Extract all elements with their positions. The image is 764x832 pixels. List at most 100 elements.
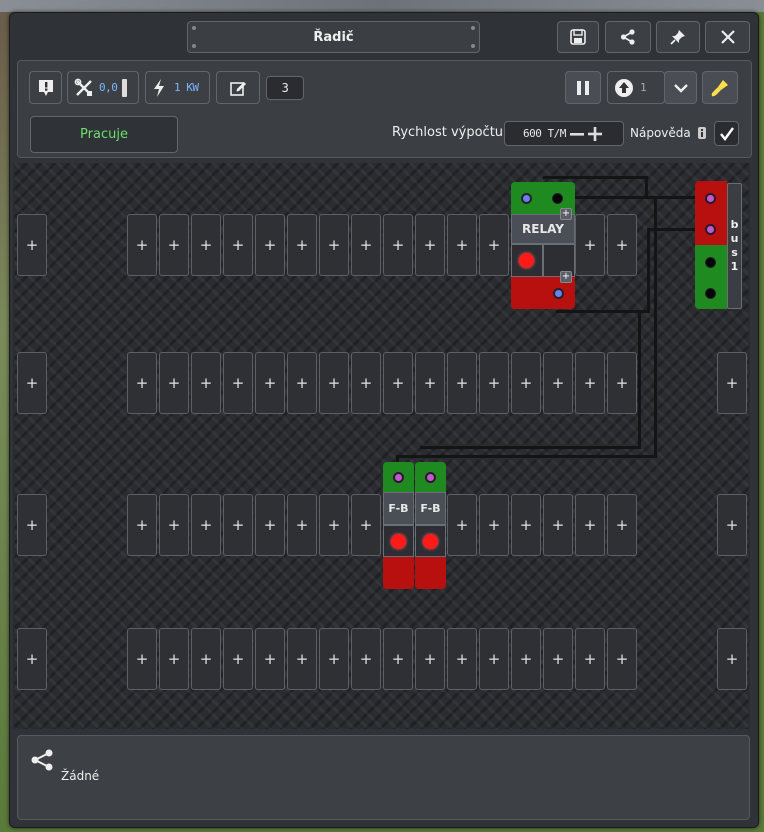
empty-slot-button[interactable]: + [17, 352, 47, 414]
relay-output-port[interactable] [553, 288, 564, 299]
empty-slot-button[interactable]: + [127, 494, 157, 556]
bus-component[interactable] [695, 181, 727, 309]
empty-slot-button[interactable]: + [17, 214, 47, 276]
empty-slot-button[interactable]: + [717, 352, 747, 414]
empty-slot-button[interactable]: + [511, 628, 541, 690]
fb-component-2[interactable]: F-B [415, 462, 446, 589]
bus-port[interactable] [705, 193, 716, 204]
empty-slot-button[interactable]: + [575, 214, 605, 276]
empty-slot-button[interactable]: + [415, 628, 445, 690]
empty-slot-button[interactable]: + [255, 352, 285, 414]
empty-slot-button[interactable]: + [717, 628, 747, 690]
empty-slot-button[interactable]: + [255, 628, 285, 690]
empty-slot-button[interactable]: + [159, 214, 189, 276]
empty-slot-button[interactable]: + [223, 214, 253, 276]
relay-component[interactable]: RELAY [511, 182, 575, 309]
empty-slot-button[interactable]: + [447, 494, 477, 556]
empty-slot-button[interactable]: + [543, 628, 573, 690]
empty-slot-button[interactable]: + [575, 352, 605, 414]
empty-slot-button[interactable]: + [607, 352, 637, 414]
empty-slot-button[interactable]: + [479, 494, 509, 556]
empty-slot-button[interactable]: + [383, 214, 413, 276]
minus-icon[interactable] [569, 130, 584, 138]
empty-slot-button[interactable]: + [575, 494, 605, 556]
empty-slot-button[interactable]: + [479, 214, 509, 276]
empty-slot-button[interactable]: + [159, 628, 189, 690]
empty-slot-button[interactable]: + [223, 352, 253, 414]
empty-slot-button[interactable]: + [223, 628, 253, 690]
share-button[interactable] [605, 21, 651, 53]
empty-slot-button[interactable]: + [223, 494, 253, 556]
empty-slot-button[interactable]: + [287, 494, 317, 556]
step-button[interactable]: 1 [607, 71, 665, 104]
empty-slot-button[interactable]: + [287, 214, 317, 276]
pause-button[interactable] [565, 71, 601, 104]
empty-slot-button[interactable]: + [159, 352, 189, 414]
bus-port[interactable] [705, 288, 716, 299]
empty-slot-button[interactable]: + [319, 214, 349, 276]
empty-slot-button[interactable]: + [255, 214, 285, 276]
empty-slot-button[interactable]: + [543, 494, 573, 556]
empty-slot-button[interactable]: + [159, 494, 189, 556]
power-button[interactable]: 1 KW [145, 71, 210, 104]
empty-slot-button[interactable]: + [191, 352, 221, 414]
empty-slot-button[interactable]: + [415, 352, 445, 414]
speed-control[interactable]: 600 T/M [504, 121, 624, 146]
empty-slot-button[interactable]: + [127, 214, 157, 276]
empty-slot-button[interactable]: + [191, 214, 221, 276]
edit-button[interactable] [216, 71, 260, 104]
empty-slot-button[interactable]: + [351, 352, 381, 414]
paint-button[interactable] [702, 71, 738, 104]
empty-slot-button[interactable]: + [717, 494, 747, 556]
empty-slot-button[interactable]: + [351, 214, 381, 276]
empty-slot-button[interactable]: + [17, 628, 47, 690]
step-dropdown[interactable] [664, 71, 697, 104]
window-title-text: Řadič [313, 29, 354, 45]
relay-add-input-button[interactable]: + [560, 208, 572, 220]
empty-slot-button[interactable]: + [383, 628, 413, 690]
empty-slot-button[interactable]: + [607, 628, 637, 690]
empty-slot-button[interactable]: + [479, 352, 509, 414]
empty-slot-button[interactable]: + [191, 628, 221, 690]
bus-port[interactable] [705, 257, 716, 268]
empty-slot-button[interactable]: + [191, 494, 221, 556]
share-icon [620, 29, 635, 45]
pin-button[interactable] [656, 21, 700, 53]
empty-slot-button[interactable]: + [607, 214, 637, 276]
empty-slot-button[interactable]: + [287, 628, 317, 690]
empty-slot-button[interactable]: + [255, 494, 285, 556]
relay-add-output-button[interactable]: + [560, 271, 572, 283]
empty-slot-button[interactable]: + [17, 494, 47, 556]
plus-icon[interactable] [587, 126, 602, 141]
relay-input-port[interactable] [552, 193, 563, 204]
empty-slot-button[interactable]: + [415, 214, 445, 276]
info-button[interactable] [29, 71, 62, 104]
empty-slot-button[interactable]: + [319, 352, 349, 414]
empty-slot-button[interactable]: + [383, 352, 413, 414]
relay-input-port[interactable] [521, 193, 532, 204]
empty-slot-button[interactable]: + [511, 352, 541, 414]
fb-component-1[interactable]: F-B [383, 462, 414, 589]
bus-port[interactable] [705, 224, 716, 235]
empty-slot-button[interactable]: + [319, 494, 349, 556]
empty-slot-button[interactable]: + [447, 628, 477, 690]
empty-slot-button[interactable]: + [575, 628, 605, 690]
save-button[interactable] [557, 21, 599, 53]
empty-slot-button[interactable]: + [479, 628, 509, 690]
empty-slot-button[interactable]: + [543, 352, 573, 414]
empty-slot-button[interactable]: + [351, 628, 381, 690]
empty-slot-button[interactable]: + [447, 214, 477, 276]
close-button[interactable] [705, 21, 750, 53]
empty-slot-button[interactable]: + [607, 494, 637, 556]
help-checkbox[interactable] [714, 121, 739, 146]
empty-slot-button[interactable]: + [287, 352, 317, 414]
empty-slot-button[interactable]: + [127, 352, 157, 414]
empty-slot-button[interactable]: + [127, 628, 157, 690]
tools-button[interactable]: 0,0 [67, 71, 139, 104]
empty-slot-button[interactable]: + [447, 352, 477, 414]
fb-input-port[interactable] [425, 472, 436, 483]
empty-slot-button[interactable]: + [319, 628, 349, 690]
fb-input-port[interactable] [393, 472, 404, 483]
empty-slot-button[interactable]: + [351, 494, 381, 556]
empty-slot-button[interactable]: + [511, 494, 541, 556]
